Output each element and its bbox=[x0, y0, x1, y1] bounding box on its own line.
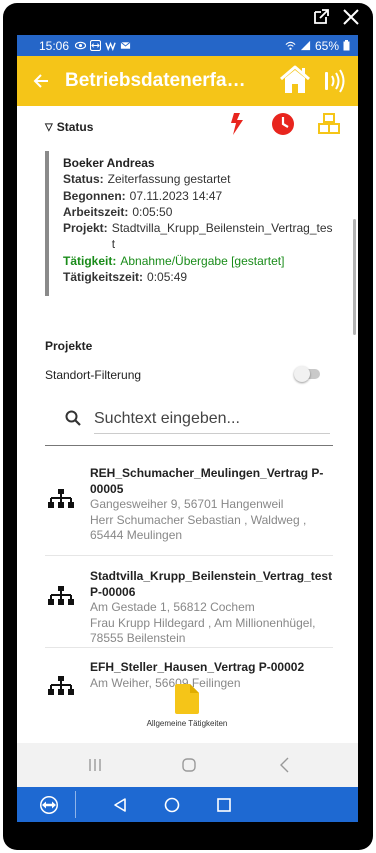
document-icon bbox=[175, 684, 199, 714]
employee-name: Boeker Andreas bbox=[63, 156, 155, 170]
project-client: Frau Krupp Hildegard , Am Millionenhügel… bbox=[90, 615, 316, 646]
project-row: Projekt: Stadtvilla_Krupp_Beilenstein_Ve… bbox=[63, 221, 333, 252]
remote-control-bar bbox=[17, 787, 358, 822]
eye-icon bbox=[75, 41, 87, 50]
started-row: Begonnen: 07.11.2023 14:47 bbox=[63, 188, 223, 203]
collapse-triangle-icon: ▽ bbox=[45, 121, 53, 133]
android-navigation-bar bbox=[17, 743, 358, 787]
project-name: Stadtvilla_Krupp_Beilenstein_Vertrag_tes… bbox=[90, 569, 333, 599]
list-item[interactable]: Stadtvilla_Krupp_Beilenstein_Vertrag_tes… bbox=[45, 556, 333, 648]
clock-time: 15:06 bbox=[39, 38, 70, 53]
list-item[interactable]: REH_Schumacher_Meulingen_Vertrag P-00005… bbox=[45, 461, 333, 556]
status-details: Boeker Andreas Status: Zeiterfassung ges… bbox=[45, 151, 335, 296]
status-section-toggle[interactable]: ▽ Status bbox=[45, 120, 93, 134]
hierarchy-icon bbox=[48, 489, 74, 508]
search-input[interactable] bbox=[94, 404, 330, 434]
teamviewer-icon bbox=[90, 40, 102, 51]
search-icon bbox=[65, 410, 81, 426]
battery-icon bbox=[343, 40, 350, 51]
signal-icon bbox=[300, 40, 311, 51]
project-name: EFH_Steller_Hausen_Vertrag P-00002 bbox=[90, 660, 305, 674]
general-activities-button[interactable]: Allgemeine Tätigkeiten bbox=[142, 684, 232, 728]
home-circle-icon[interactable] bbox=[164, 797, 180, 813]
square-icon[interactable] bbox=[216, 797, 232, 813]
activity-row: Tätigkeit: Abnahme/Übergabe [gestartet] bbox=[63, 253, 285, 268]
location-filter-toggle[interactable] bbox=[294, 366, 322, 382]
app-toolbar: Betriebsdatenerfassung bbox=[17, 56, 358, 106]
divider bbox=[75, 791, 76, 818]
wifi-icon bbox=[285, 41, 296, 50]
system-status-bar: 15:06 65% bbox=[17, 35, 358, 56]
popout-icon[interactable] bbox=[312, 8, 330, 26]
back-chevron-icon[interactable] bbox=[277, 757, 293, 773]
nfc-icon[interactable] bbox=[323, 68, 347, 94]
general-activities-label: Allgemeine Tätigkeiten bbox=[146, 719, 228, 728]
status-row: Status: Zeiterfassung gestartet bbox=[63, 172, 231, 187]
back-arrow-icon bbox=[33, 74, 48, 88]
w-icon bbox=[105, 41, 116, 51]
device-frame: 15:06 65% Betriebsdatenerfass ▽ Status B… bbox=[0, 0, 376, 853]
project-name: REH_Schumacher_Meulingen_Vertrag P-00005 bbox=[90, 466, 324, 496]
vertical-scrollbar[interactable] bbox=[353, 219, 356, 335]
project-list: REH_Schumacher_Meulingen_Vertrag P-00005… bbox=[45, 461, 333, 708]
hierarchy-icon bbox=[48, 586, 74, 605]
boxes-icon[interactable] bbox=[317, 112, 341, 136]
back-triangle-icon[interactable] bbox=[112, 797, 128, 813]
lightning-icon[interactable] bbox=[225, 112, 249, 136]
worktime-row: Arbeitszeit: 0:05:50 bbox=[63, 204, 173, 219]
mail-icon bbox=[120, 41, 131, 49]
projects-heading: Projekte bbox=[45, 339, 93, 353]
status-heading: Status bbox=[56, 120, 94, 134]
back-button[interactable] bbox=[17, 56, 65, 106]
teamviewer-logo-icon[interactable] bbox=[39, 795, 59, 815]
content-area: ▽ Status Boeker Andreas Status: Zeiterfa… bbox=[17, 106, 358, 744]
status-action-icons bbox=[225, 112, 341, 136]
clock-icon[interactable] bbox=[271, 112, 295, 136]
location-filter-label: Standort-Filterung bbox=[45, 368, 142, 382]
close-icon[interactable] bbox=[342, 8, 360, 26]
app-screen: 15:06 65% Betriebsdatenerfass ▽ Status B… bbox=[17, 35, 358, 822]
home-circle-icon[interactable] bbox=[181, 757, 197, 773]
recents-icon[interactable] bbox=[87, 757, 103, 773]
project-client: Herr Schumacher Sebastian , Waldweg , 65… bbox=[90, 512, 307, 543]
project-address: Gangesweiher 9, 56701 Hangenweil bbox=[90, 497, 284, 511]
activity-time-row: Tätigkeitszeit: 0:05:49 bbox=[63, 270, 188, 285]
project-address: Am Gestade 1, 56812 Cochem bbox=[90, 600, 255, 614]
hierarchy-icon bbox=[48, 676, 74, 695]
page-title: Betriebsdatenerfassung bbox=[65, 70, 255, 91]
window-controls bbox=[312, 8, 360, 26]
home-icon[interactable] bbox=[279, 65, 311, 95]
search-bar bbox=[45, 400, 333, 446]
battery-level: 65% bbox=[314, 38, 339, 53]
